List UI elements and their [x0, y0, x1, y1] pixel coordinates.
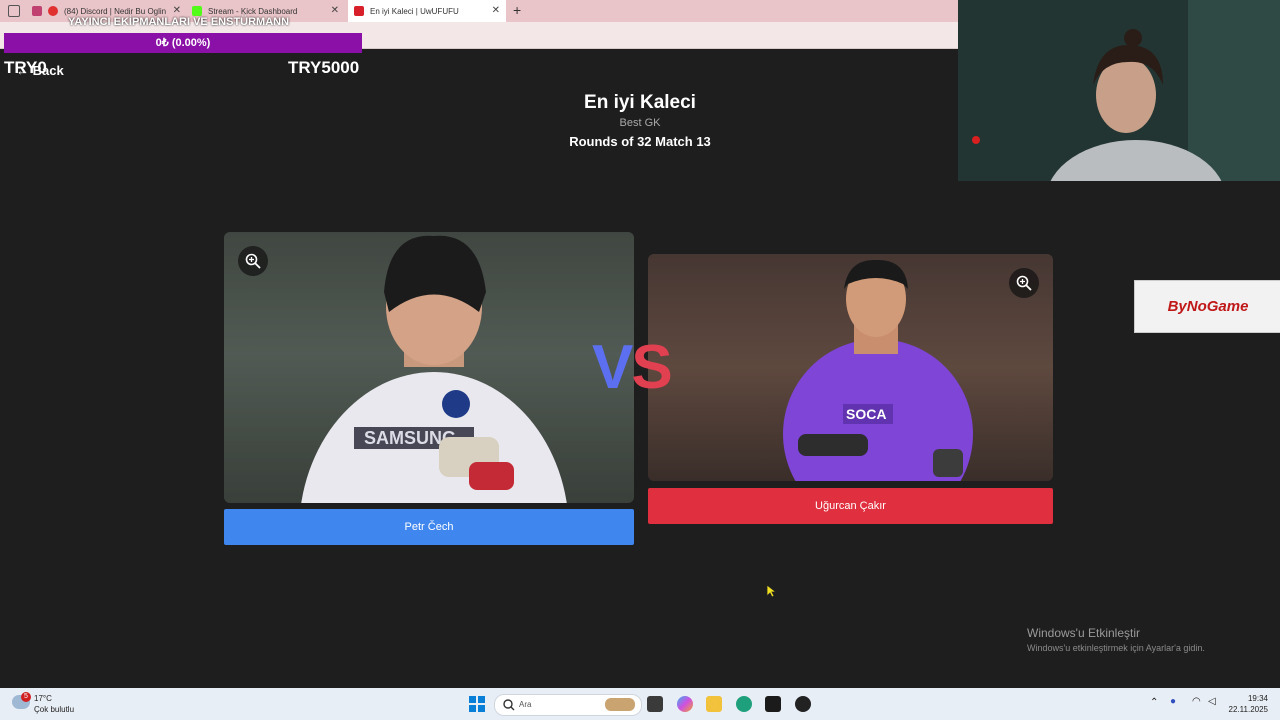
donation-goal-bar: 0₺ (0.00%) — [4, 33, 362, 53]
windows-icon — [469, 696, 485, 712]
app-icon[interactable] — [765, 696, 781, 712]
weather-temp[interactable]: 17°C — [34, 694, 52, 703]
tab-label: En iyi Kaleci | UwUFUFU — [370, 6, 459, 16]
weather-desc[interactable]: Çok bulutlu — [34, 705, 74, 714]
search-icon — [503, 699, 515, 711]
mouse-cursor-icon — [766, 584, 776, 598]
clock-time[interactable]: 19:34 — [1236, 694, 1268, 703]
obs-icon[interactable] — [795, 696, 811, 712]
show-hidden-icons[interactable]: ⌃ — [1150, 697, 1158, 708]
sponsor-logo-box: ByNoGame — [1134, 280, 1280, 333]
clock-date[interactable]: 22.11.2025 — [1222, 705, 1268, 714]
left-choice-button[interactable]: Petr Čech — [224, 509, 634, 545]
versus-label: VS — [592, 332, 673, 403]
donation-goal-progress: 0₺ (0.00%) — [155, 37, 211, 49]
close-tab-icon[interactable]: ✕ — [492, 5, 500, 16]
record-icon — [48, 6, 58, 16]
tab-uwufufu[interactable]: En iyi Kaleci | UwUFUFU ✕ — [348, 0, 506, 22]
file-explorer-icon[interactable] — [706, 696, 722, 712]
goalkeeper-photo-right: SOCA — [648, 254, 1053, 481]
left-contestant-image[interactable]: SAMSUNG — [224, 232, 634, 503]
donation-goal-title: YAYINCI EKİPMANLARI VE ENSTÜRMANN — [68, 16, 290, 28]
start-button[interactable] — [469, 696, 485, 712]
activation-watermark-title: Windows'u Etkinleştir — [1027, 626, 1140, 640]
webcam-image — [958, 0, 1280, 181]
right-choice-button[interactable]: Uğurcan Çakır — [648, 488, 1053, 524]
tab-actions-icon[interactable] — [8, 5, 20, 17]
search-highlight-icon — [605, 698, 635, 711]
kick-icon — [192, 6, 202, 16]
weather-badge: 5 — [21, 692, 31, 702]
tab-label: (84) Discord | Nedir Bu Oglin — [64, 6, 167, 16]
close-tab-icon[interactable]: ✕ — [173, 5, 181, 16]
terminal-app-icon[interactable] — [647, 696, 663, 712]
activation-watermark-subtitle: Windows'u etkinleştirmek için Ayarlar'a … — [1027, 643, 1205, 653]
uwufufu-icon — [354, 6, 364, 16]
zoom-in-icon — [1016, 275, 1032, 291]
right-contestant-image[interactable]: SOCA — [648, 254, 1053, 481]
copilot-icon[interactable] — [677, 696, 693, 712]
edge-browser-icon[interactable] — [736, 696, 752, 712]
search-placeholder: Ara — [519, 700, 532, 709]
tab-label: Stream - Kick Dashboard — [208, 6, 298, 16]
wifi-icon[interactable]: ◠ — [1192, 696, 1201, 707]
microphone-icon[interactable]: ● — [1170, 696, 1176, 707]
discord-tab-icon — [32, 6, 42, 16]
vs-left-letter: V — [592, 333, 633, 402]
right-zoom-button[interactable] — [1009, 268, 1039, 298]
webcam-feed — [958, 0, 1280, 181]
new-tab-button[interactable]: + — [513, 2, 521, 18]
donation-goal-min: TRY0 — [4, 58, 47, 77]
svg-text:SOCA: SOCA — [846, 406, 886, 422]
zoom-in-icon — [245, 253, 261, 269]
vs-right-letter: S — [631, 333, 672, 402]
donation-goal-max: TRY5000 — [288, 58, 360, 77]
taskbar: 5 17°C Çok bulutlu Ara ⌃ ● ◠ ◁ 19:34 22.… — [0, 688, 1280, 720]
sponsor-logo: ByNoGame — [1167, 298, 1249, 315]
taskbar-search[interactable]: Ara — [494, 694, 642, 716]
volume-icon[interactable]: ◁ — [1208, 696, 1216, 707]
close-tab-icon[interactable]: ✕ — [331, 5, 339, 16]
goalkeeper-photo-left: SAMSUNG — [224, 232, 634, 503]
left-zoom-button[interactable] — [238, 246, 268, 276]
